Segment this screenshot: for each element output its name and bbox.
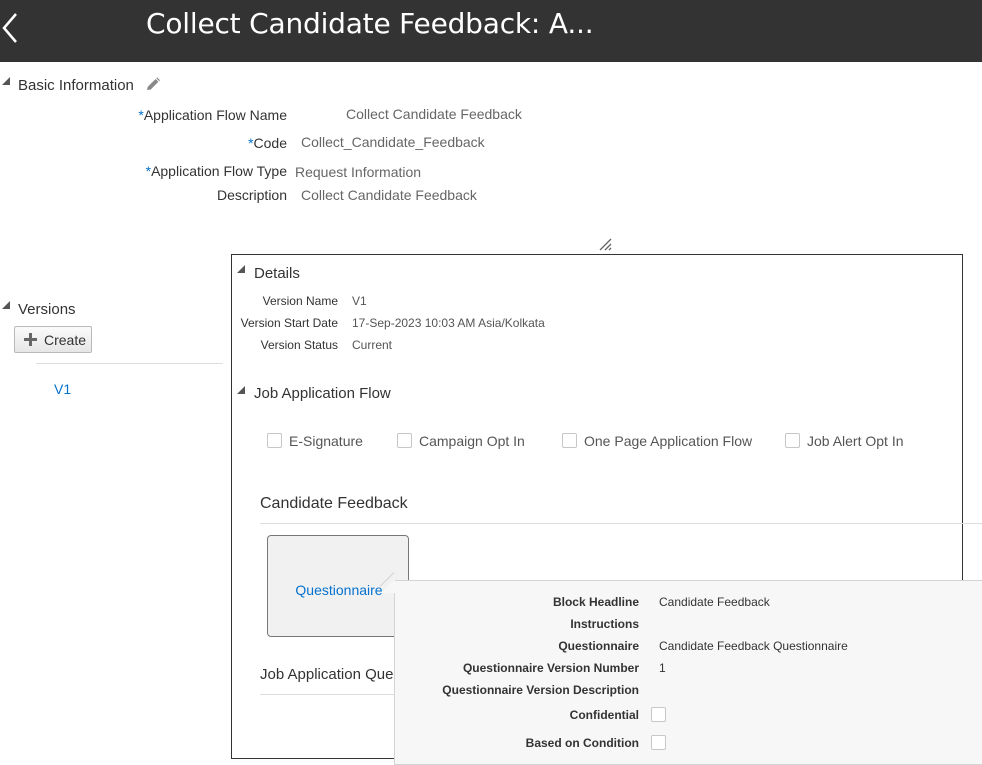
popup-questionnaire-label: Questionnaire xyxy=(558,639,639,653)
collapse-triangle-icon[interactable] xyxy=(237,386,245,394)
one-page-application-flow-checkbox[interactable] xyxy=(562,433,577,448)
versions-divider xyxy=(36,363,223,364)
create-button-label: Create xyxy=(44,332,87,348)
page-header: Collect Candidate Feedback: A... xyxy=(0,0,982,62)
field-description-label: Description xyxy=(216,187,287,203)
field-application-flow-type-value: Request Information xyxy=(295,164,422,180)
one-page-application-flow-label: One Page Application Flow xyxy=(584,433,753,449)
candidate-feedback-divider xyxy=(260,523,982,524)
popup-questionnaire-version-number-value: 1 xyxy=(659,661,666,675)
e-signature-checkbox[interactable] xyxy=(267,433,282,448)
details-title: Details xyxy=(254,265,300,282)
field-code-label: *Code xyxy=(248,135,287,151)
create-version-button[interactable]: Create xyxy=(14,326,92,353)
job-application-flow-title: Job Application Flow xyxy=(254,385,391,402)
campaign-opt-in-checkbox[interactable] xyxy=(397,433,412,448)
back-icon[interactable] xyxy=(0,8,30,48)
popup-questionnaire-version-number-label: Questionnaire Version Number xyxy=(462,661,639,675)
popup-based-on-condition-checkbox[interactable] xyxy=(651,735,666,750)
versions-title: Versions xyxy=(18,301,76,318)
field-application-flow-name-label: *Application Flow Name xyxy=(138,107,287,123)
popup-block-headline-value: Candidate Feedback xyxy=(659,595,770,609)
field-application-flow-name-value: Collect Candidate Feedback xyxy=(346,106,522,122)
version-start-date-label: Version Start Date xyxy=(240,316,338,330)
collapse-triangle-icon[interactable] xyxy=(237,265,245,273)
popup-confidential-label: Confidential xyxy=(569,708,639,722)
plus-icon xyxy=(24,333,37,346)
popup-confidential-checkbox[interactable] xyxy=(651,707,666,722)
version-status-value: Current xyxy=(352,338,393,352)
collapse-triangle-icon[interactable] xyxy=(2,77,10,85)
popup-questionnaire-version-description-label: Questionnaire Version Description xyxy=(442,683,639,697)
version-start-date-value: 17-Sep-2023 10:03 AM Asia/Kolkata xyxy=(352,316,545,330)
page-title: Collect Candidate Feedback: A... xyxy=(146,7,594,40)
pencil-edit-icon[interactable] xyxy=(144,76,162,94)
e-signature-label: E-Signature xyxy=(289,433,363,449)
campaign-opt-in-label: Campaign Opt In xyxy=(419,433,525,449)
job-alert-opt-in-checkbox[interactable] xyxy=(785,433,800,448)
candidate-feedback-title: Candidate Feedback xyxy=(260,495,408,512)
popup-block-headline-label: Block Headline xyxy=(552,595,639,609)
version-status-label: Version Status xyxy=(260,338,338,352)
field-description-value: Collect Candidate Feedback xyxy=(301,187,477,203)
resize-handle-icon[interactable] xyxy=(597,236,613,252)
version-item-v1[interactable]: V1 xyxy=(54,381,71,397)
field-application-flow-type-label: *Application Flow Type xyxy=(145,163,287,179)
basic-information-title: Basic Information xyxy=(18,77,134,94)
version-name-value: V1 xyxy=(352,294,367,308)
version-name-label: Version Name xyxy=(262,294,338,308)
popup-questionnaire-value: Candidate Feedback Questionnaire xyxy=(659,639,848,653)
job-alert-opt-in-label: Job Alert Opt In xyxy=(807,433,904,449)
popup-instructions-label: Instructions xyxy=(570,617,639,631)
collapse-triangle-icon[interactable] xyxy=(2,301,10,309)
popup-based-on-condition-label: Based on Condition xyxy=(525,736,639,750)
field-code-value: Collect_Candidate_Feedback xyxy=(301,134,485,150)
